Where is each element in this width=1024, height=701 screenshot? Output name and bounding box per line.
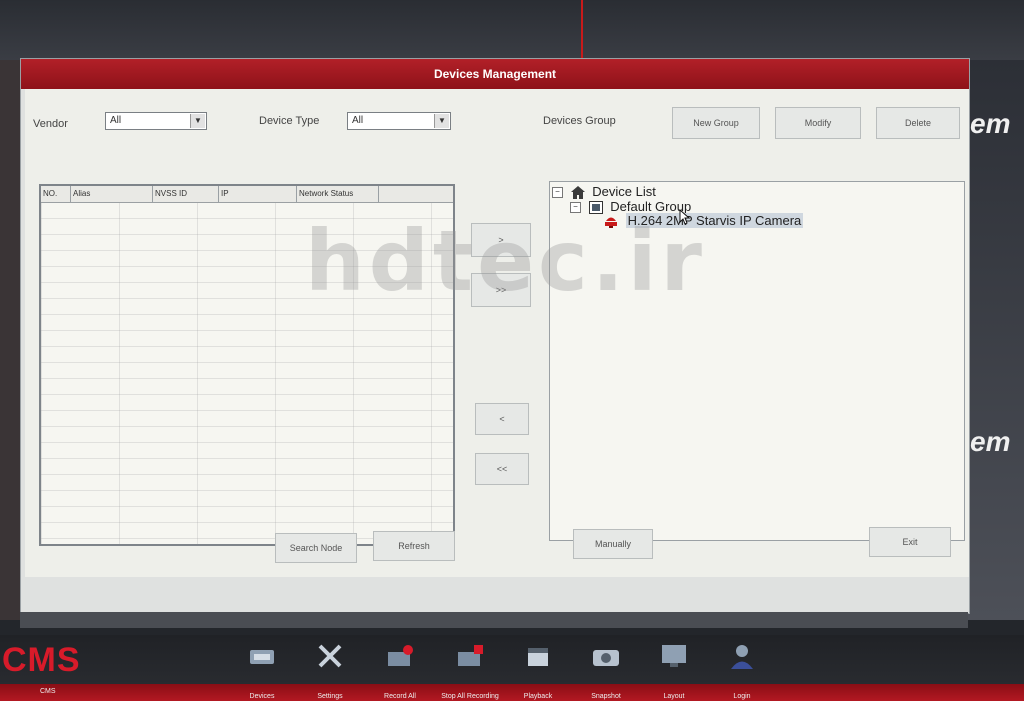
refresh-button[interactable]: Refresh: [373, 531, 455, 561]
stop-recording-icon: [458, 645, 483, 666]
taskbar-snapshot[interactable]: Snapshot: [576, 642, 636, 700]
taskbar-record-all-label: Record All: [384, 693, 416, 700]
status-bar: [20, 612, 968, 628]
taskbar-stop-all-recording-label: Stop All Recording: [441, 693, 499, 700]
desktop-red-line: [581, 0, 583, 58]
taskbar-record-all[interactable]: Record All: [370, 642, 430, 700]
taskbar-devices[interactable]: Devices: [232, 642, 292, 700]
cms-label: CMS: [40, 688, 56, 695]
vendor-select-value: All: [110, 115, 122, 126]
device-type-label: Device Type: [259, 115, 320, 127]
column-ip[interactable]: IP: [219, 186, 297, 202]
exit-button[interactable]: Exit: [869, 527, 951, 557]
taskbar-settings-label: Settings: [317, 693, 343, 700]
dialog-content: Vendor All ▼ Device Type All ▼ Devices G…: [25, 89, 969, 577]
taskbar-snapshot-label: Snapshot: [591, 693, 621, 700]
vendor-select[interactable]: All ▼: [105, 112, 207, 130]
devices-group-label: Devices Group: [543, 115, 616, 127]
layout-monitor-icon: [662, 645, 686, 667]
taskbar-stop-all-recording[interactable]: Stop All Recording: [440, 642, 500, 700]
device-type-select-value: All: [352, 115, 364, 126]
taskbar-settings[interactable]: Settings: [300, 642, 360, 700]
desktop-right-panel: em em: [968, 60, 1024, 620]
device-type-select[interactable]: All ▼: [347, 112, 451, 130]
delete-button[interactable]: Delete: [876, 107, 960, 139]
login-user-icon: [731, 645, 753, 669]
taskbar-login[interactable]: Login: [712, 642, 772, 700]
brand-fragment-top: em: [970, 108, 1011, 139]
remove-selected-button[interactable]: <: [475, 403, 529, 435]
column-network-status[interactable]: Network Status: [297, 186, 379, 202]
taskbar-playback[interactable]: Playback: [508, 642, 568, 700]
tree-root-label: Device List: [592, 184, 656, 199]
settings-tools-icon: [318, 644, 342, 668]
collapse-icon[interactable]: −: [552, 187, 563, 199]
manually-button[interactable]: Manually: [573, 529, 653, 559]
column-no[interactable]: NO.: [41, 186, 71, 202]
devices-icon: [250, 650, 274, 664]
dropdown-arrow-icon[interactable]: ▼: [434, 114, 449, 128]
home-icon: [570, 186, 585, 200]
desktop-left-edge: [0, 60, 20, 620]
new-group-button[interactable]: New Group: [672, 107, 760, 139]
playback-icon: [528, 648, 548, 666]
column-nvss-id[interactable]: NVSS ID: [153, 186, 219, 202]
cms-logo: CMS: [2, 641, 81, 679]
modify-button[interactable]: Modify: [775, 107, 861, 139]
taskbar-devices-label: Devices: [249, 693, 275, 700]
remove-all-button[interactable]: <<: [475, 453, 529, 485]
dialog-title: Devices Management: [21, 59, 969, 89]
taskbar-layout[interactable]: Layout: [644, 642, 704, 700]
devices-management-dialog: Devices Management Vendor All ▼ Device T…: [20, 58, 970, 614]
record-all-icon: [388, 645, 413, 666]
tree-root[interactable]: − Device List: [552, 184, 656, 200]
table-header: NO. Alias NVSS ID IP Network Status: [41, 186, 453, 203]
column-alias[interactable]: Alias: [71, 186, 153, 202]
taskbar-layout-label: Layout: [663, 693, 685, 700]
taskbar-login-label: Login: [733, 693, 751, 700]
taskbar-playback-label: Playback: [523, 693, 553, 700]
vendor-label: Vendor: [33, 118, 68, 130]
search-node-button[interactable]: Search Node: [275, 533, 357, 563]
snapshot-camera-icon: [593, 650, 619, 666]
desktop-background-top: [0, 0, 1024, 60]
brand-fragment-bottom: em: [970, 426, 1011, 457]
dropdown-arrow-icon[interactable]: ▼: [190, 114, 205, 128]
watermark: hdtec.ir: [305, 212, 706, 310]
